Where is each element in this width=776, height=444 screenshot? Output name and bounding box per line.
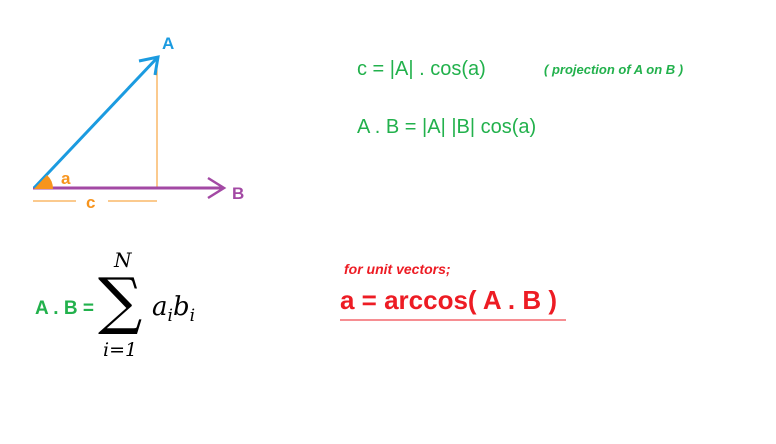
unit-vectors-note: for unit vectors; [344,261,451,277]
term-b: b [172,292,190,322]
label-b: B [232,184,244,203]
projection-formula: c = |A| . cos(a) [357,58,486,80]
sub-b: i [189,306,196,326]
projection-label: c [86,193,95,212]
vector-a-line [32,56,159,190]
term-a: a [152,292,168,322]
sum-terms: aibi [152,294,195,325]
sum-lower-limit: i=1 [103,339,138,361]
sigma-symbol: ∑ [98,264,143,337]
dot-product-formula: A . B = |A| |B| cos(a) [357,116,537,138]
angle-label: a [61,169,71,188]
sum-lhs: A . B = [35,298,94,319]
projection-note: ( projection of A on B ) [544,62,684,77]
label-a: A [162,34,174,53]
arccos-formula: a = arccos( A . B ) [340,285,557,315]
